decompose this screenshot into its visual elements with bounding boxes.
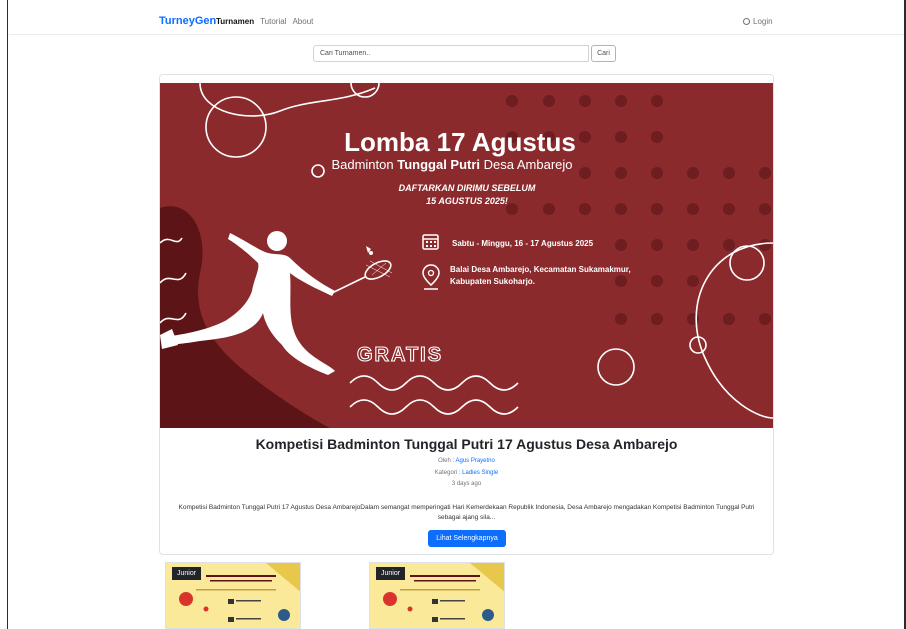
banner-title: Lomba 17 Agustus (344, 127, 576, 157)
location-pin-icon (422, 264, 440, 290)
racket-icon (331, 260, 393, 294)
view-details-button[interactable]: Lihat Selengkapnya (428, 530, 506, 547)
author-link[interactable]: Agus Prayetno (455, 458, 494, 464)
search-input[interactable] (313, 45, 589, 62)
tournament-thumbnail-card[interactable]: Junior (165, 562, 301, 629)
login-icon (743, 18, 750, 25)
nav-link-about[interactable]: About (292, 17, 313, 26)
search-button[interactable]: Cari (591, 45, 616, 62)
banner-deadline-line1: DAFTARKAN DIRIMU SEBELUM (399, 183, 536, 193)
login-label: Login (753, 17, 773, 26)
banner-graphic: Lomba 17 Agustus Badminton Tunggal Putri… (160, 83, 773, 428)
banner-deadline-line2: 15 AGUSTUS 2025! (426, 196, 508, 206)
banner-date: Sabtu - Minggu, 16 - 17 Agustus 2025 (452, 239, 594, 248)
nav-link-turnamen[interactable]: Turnamen (216, 17, 254, 26)
tournament-author: Oleh : Agus Prayetno (438, 458, 495, 464)
nav-link-tutorial[interactable]: Tutorial (260, 17, 286, 26)
brand-logo[interactable]: TurneyGen (159, 15, 216, 27)
tournament-banner[interactable]: Lomba 17 Agustus Badminton Tunggal Putri… (160, 83, 773, 428)
thumbnail-graphic (179, 563, 300, 622)
shuttlecock-icon (366, 246, 373, 255)
tournament-description: Kompetisi Badminton Tunggal Putri 17 Agu… (178, 504, 755, 521)
login-link[interactable]: Login (743, 17, 773, 26)
banner-subtitle: Badminton Tunggal Putri Desa Ambarejo (331, 157, 572, 172)
search-form: Cari (313, 45, 616, 62)
calendar-icon (422, 234, 439, 250)
category-link[interactable]: Ladies Single (462, 470, 498, 476)
banner-location-line1: Balai Desa Ambarejo, Kecamatan Sukamakmu… (450, 265, 631, 274)
tournament-thumbnail-card[interactable]: Junior (369, 562, 505, 629)
tournament-time-ago: 3 days ago (451, 481, 482, 487)
tournament-category: Kategori : Ladies Single (434, 470, 499, 476)
tournament-title[interactable]: Kompetisi Badminton Tunggal Putri 17 Agu… (160, 436, 773, 452)
navbar: TurneyGen Turnamen Tutorial About Login (9, 8, 904, 35)
nav-links: Turnamen Tutorial About (216, 17, 313, 26)
thumbnail-graphic (383, 563, 504, 622)
featured-tournament-card: Lomba 17 Agustus Badminton Tunggal Putri… (159, 74, 774, 555)
banner-free-label: GRATIS (357, 344, 443, 366)
banner-location-line2: Kabupaten Sukoharjo. (450, 277, 535, 286)
